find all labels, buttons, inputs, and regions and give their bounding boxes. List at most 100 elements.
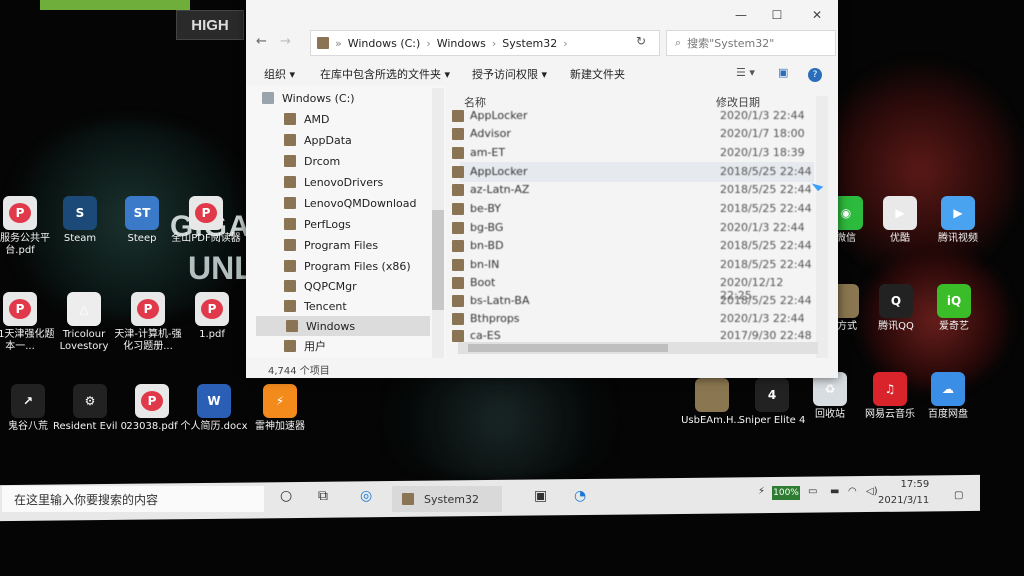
organize-menu[interactable]: 组织 ▾ bbox=[264, 66, 295, 82]
minimize-button[interactable]: — bbox=[732, 8, 750, 22]
nav-item[interactable]: Tencent bbox=[284, 296, 347, 316]
file-row[interactable]: am-ET 2020/1/3 18:39 bbox=[452, 143, 814, 163]
tricolour-icon: △ bbox=[67, 292, 101, 326]
folder-icon bbox=[284, 239, 296, 251]
desktop-icon[interactable]: ▶ 腾讯视频 bbox=[920, 196, 996, 245]
breadcrumb-item[interactable]: Windows (C:) bbox=[348, 37, 421, 50]
edge-icon[interactable]: ◎ bbox=[360, 488, 372, 504]
nav-item[interactable]: AMD bbox=[284, 109, 330, 129]
wallpaper-splash bbox=[820, 60, 1020, 280]
nav-item[interactable]: LenovoDrivers bbox=[284, 172, 383, 192]
help-icon[interactable]: ? bbox=[808, 68, 822, 82]
file-row-hovered[interactable]: AppLocker 2018/5/25 22:44 bbox=[452, 162, 814, 182]
desktop-icon[interactable]: W 个人简历.docx bbox=[176, 384, 252, 433]
file-row[interactable]: bg-BG 2020/1/3 22:44 bbox=[452, 218, 814, 238]
folder-icon bbox=[452, 240, 464, 252]
file-date: 2020/1/3 22:44 bbox=[720, 312, 805, 325]
nav-item[interactable]: Drcom bbox=[284, 151, 340, 171]
store-icon[interactable]: ▣ bbox=[534, 488, 547, 504]
desktop-icon-label: 雷神加速器 bbox=[255, 421, 305, 432]
display-icon[interactable]: ▬ bbox=[830, 486, 839, 497]
system-clock[interactable]: 17:59 2021/3/11 bbox=[878, 477, 929, 509]
view-options-icon[interactable]: ☰ ▾ bbox=[736, 66, 755, 79]
nav-item[interactable]: PerfLogs bbox=[284, 214, 351, 234]
breadcrumb-item[interactable]: Windows bbox=[437, 37, 486, 50]
address-bar[interactable]: » Windows (C:) › Windows › System32 › bbox=[310, 30, 660, 56]
wifi-icon[interactable]: ◠ bbox=[848, 486, 857, 497]
new-folder-button[interactable]: 新建文件夹 bbox=[570, 66, 625, 82]
nav-item[interactable]: QQPCMgr bbox=[284, 276, 357, 296]
folder-icon bbox=[284, 197, 296, 209]
desktop-icon-label: 腾讯视频 bbox=[938, 233, 978, 244]
game-icon: ⚙ bbox=[73, 384, 107, 418]
nav-item[interactable]: Program Files (x86) bbox=[284, 256, 411, 276]
nav-item[interactable]: AppData bbox=[284, 130, 352, 150]
search-input[interactable]: ⌕ 搜索"System32" bbox=[666, 30, 836, 56]
clock-app-icon[interactable]: ◔ bbox=[574, 488, 586, 504]
folder-icon bbox=[284, 300, 296, 312]
desktop-icon[interactable]: 全山PDF阅读器 bbox=[168, 196, 244, 245]
item-count: 4,744 个项目 bbox=[268, 366, 330, 377]
file-row[interactable]: bs-Latn-BA 2018/5/25 22:44 bbox=[452, 291, 814, 311]
network-icon[interactable]: ▭ bbox=[808, 486, 817, 497]
include-in-library-menu[interactable]: 在库中包含所选的文件夹 ▾ bbox=[320, 66, 450, 82]
file-row[interactable]: AppLocker 2020/1/3 22:44 bbox=[452, 106, 814, 126]
desktop-icon[interactable]: iQ 爱奇艺 bbox=[916, 284, 992, 333]
netease-music-icon: ♫ bbox=[873, 372, 907, 406]
folder-icon bbox=[284, 155, 296, 167]
nav-item-drive[interactable]: Windows (C:) bbox=[262, 88, 355, 108]
file-list: 名称 修改日期 AppLocker 2020/1/3 22:44 Advisor 2… bbox=[450, 86, 822, 358]
youku-icon: ▶ bbox=[883, 196, 917, 230]
preview-pane-icon[interactable]: ▣ bbox=[778, 66, 788, 79]
steep-icon: ST bbox=[125, 196, 159, 230]
nav-scrollbar-thumb[interactable] bbox=[432, 210, 444, 310]
horizontal-scrollbar-thumb[interactable] bbox=[468, 344, 668, 352]
folder-icon bbox=[452, 147, 464, 159]
close-button[interactable]: ✕ bbox=[808, 8, 826, 22]
cortana-icon[interactable]: ○ bbox=[280, 488, 292, 504]
desktop-icon[interactable]: ☁ 百度网盘 bbox=[910, 372, 986, 421]
steam-icon: S bbox=[63, 196, 97, 230]
back-arrow-icon[interactable]: ← bbox=[256, 34, 267, 49]
nav-item[interactable]: LenovoQMDownload bbox=[284, 193, 416, 213]
chevron-right-icon: › bbox=[426, 36, 431, 50]
taskbar-app-explorer[interactable]: System32 bbox=[392, 486, 502, 512]
breadcrumb-item[interactable]: System32 bbox=[502, 37, 557, 50]
title-bar[interactable]: — ☐ ✕ bbox=[246, 0, 838, 30]
file-row[interactable]: Advisor 2020/1/7 18:00 bbox=[452, 124, 814, 144]
folder-icon bbox=[452, 110, 464, 122]
desktop-icon[interactable]: 1.pdf bbox=[174, 292, 250, 341]
taskbar-search-input[interactable]: 在这里输入你要搜索的内容 bbox=[2, 486, 264, 512]
file-row[interactable]: az-Latn-AZ 2018/5/25 22:44 bbox=[452, 180, 814, 200]
pdf-reader-icon bbox=[189, 196, 223, 230]
battery-icon[interactable]: 100% bbox=[772, 486, 800, 500]
volume-icon[interactable]: ◁) bbox=[866, 486, 878, 497]
file-name: Bthprops bbox=[470, 312, 520, 325]
iqiyi-icon: iQ bbox=[937, 284, 971, 318]
baidu-netdisk-icon: ☁ bbox=[931, 372, 965, 406]
nav-item[interactable]: Program Files bbox=[284, 235, 378, 255]
file-row[interactable]: be-BY 2018/5/25 22:44 bbox=[452, 199, 814, 219]
forward-arrow-icon[interactable]: → bbox=[280, 34, 291, 49]
nav-item-selected[interactable]: Windows bbox=[256, 316, 430, 336]
maximize-button[interactable]: ☐ bbox=[768, 8, 786, 22]
refresh-icon[interactable]: ↻ bbox=[636, 34, 646, 48]
file-row[interactable]: bn-BD 2018/5/25 22:44 bbox=[452, 236, 814, 256]
pdf-icon bbox=[195, 292, 229, 326]
nav-item-label: Program Files bbox=[304, 238, 379, 252]
share-with-menu[interactable]: 授予访问权限 ▾ bbox=[472, 66, 547, 82]
explorer-window: — ☐ ✕ ← → » Windows (C:) › Windows › Sys… bbox=[246, 0, 838, 378]
file-list-scrollbar[interactable] bbox=[816, 96, 828, 358]
notification-icon[interactable]: ▢ bbox=[954, 490, 963, 501]
file-row[interactable]: Boot 2020/12/12 22:25 bbox=[452, 273, 814, 302]
folder-icon bbox=[452, 330, 464, 342]
file-row[interactable]: bn-IN 2018/5/25 22:44 bbox=[452, 255, 814, 275]
wallpaper-title-2: UNL bbox=[188, 250, 254, 286]
nav-item[interactable]: 用户 bbox=[284, 336, 326, 356]
task-view-icon[interactable]: ⧉ bbox=[318, 488, 328, 504]
charging-icon[interactable]: ⚡ bbox=[758, 486, 765, 497]
file-date: 2020/1/3 22:44 bbox=[720, 221, 805, 234]
file-name: AppLocker bbox=[470, 109, 528, 122]
desktop-icon-label: 个人简历.docx bbox=[180, 421, 248, 432]
desktop-icon[interactable]: ⚡ 雷神加速器 bbox=[242, 384, 318, 433]
